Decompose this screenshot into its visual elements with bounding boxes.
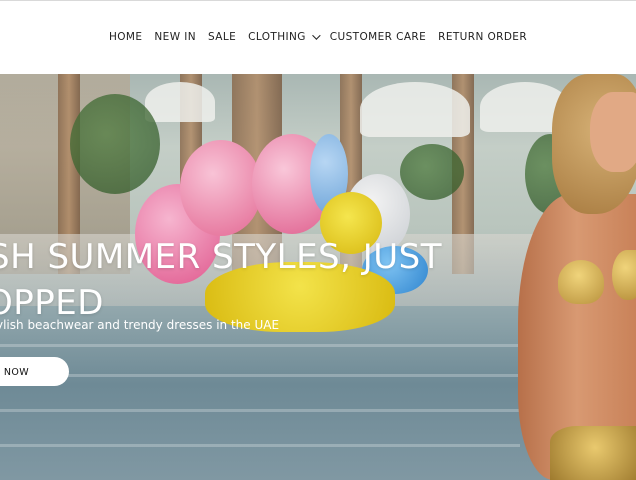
- hero-background-shrub: [400, 144, 464, 200]
- hero-headline-line: SH SUMMER STYLES, JUST: [0, 237, 443, 277]
- nav-item-label: CUSTOMER CARE: [329, 31, 427, 43]
- hero-background-tree: [70, 94, 160, 194]
- pool-ripple: [0, 444, 520, 447]
- main-nav: HOME NEW IN SALE CLOTHING CUSTOMER CARE …: [0, 31, 636, 43]
- nav-item-label: RETURN ORDER: [438, 31, 528, 43]
- hero-banner: SH SUMMER STYLES, JUST OPPED ylish beach…: [0, 74, 636, 480]
- nav-item-new-in[interactable]: NEW IN: [154, 31, 196, 43]
- model-bikini-bottom: [550, 426, 636, 480]
- shop-now-button[interactable]: P NOW: [0, 357, 69, 386]
- model-face: [590, 92, 636, 172]
- nav-item-label: HOME: [108, 31, 143, 43]
- hero-subtitle: ylish beachwear and trendy dresses in th…: [0, 318, 280, 332]
- pool-float-balloon: [180, 140, 262, 236]
- nav-item-label: SALE: [207, 31, 237, 43]
- pool-ripple: [0, 409, 520, 412]
- model-bikini-top: [612, 250, 636, 300]
- hero-model-image: [500, 74, 636, 480]
- hero-background-umbrella: [360, 82, 470, 137]
- nav-item-sale[interactable]: SALE: [208, 31, 236, 43]
- model-bikini-top: [558, 260, 604, 304]
- header: HOME NEW IN SALE CLOTHING CUSTOMER CARE …: [0, 0, 636, 74]
- hero-headline: SH SUMMER STYLES, JUST OPPED: [0, 234, 470, 326]
- nav-item-clothing[interactable]: CLOTHING: [248, 31, 321, 43]
- nav-item-label: NEW IN: [154, 31, 196, 43]
- nav-item-home[interactable]: HOME: [109, 31, 142, 43]
- nav-item-customer-care[interactable]: CUSTOMER CARE: [330, 31, 426, 43]
- pool-ripple: [0, 374, 520, 377]
- pool-ripple: [0, 344, 520, 347]
- hero-background-umbrella: [145, 82, 215, 122]
- nav-item-label: CLOTHING: [248, 31, 306, 43]
- nav-item-return-order[interactable]: RETURN ORDER: [438, 31, 527, 43]
- chevron-down-icon: [311, 31, 321, 40]
